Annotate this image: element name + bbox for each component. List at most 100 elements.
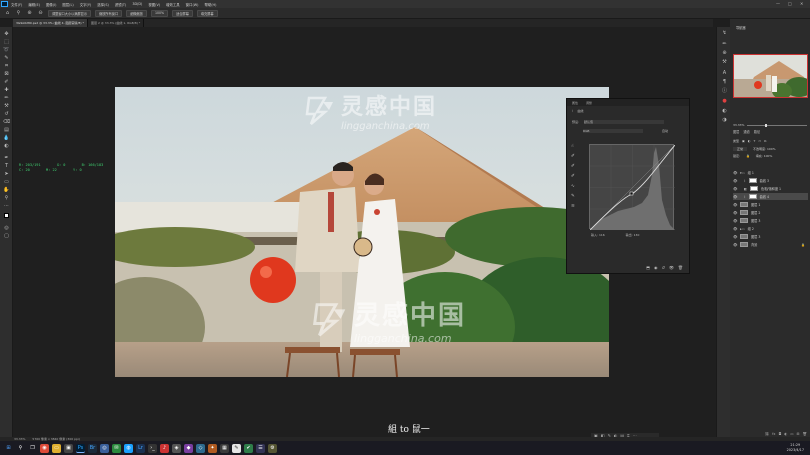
- path-select-tool-icon[interactable]: ➤: [3, 170, 10, 177]
- menu-image[interactable]: 图像(I): [46, 2, 56, 7]
- eye-icon[interactable]: 👁: [733, 227, 737, 231]
- music-icon[interactable]: ♪: [160, 443, 169, 453]
- targeted-adjust-icon[interactable]: ☝: [571, 144, 577, 150]
- zoom-all-checkbox[interactable]: 缩放所有窗口: [95, 9, 123, 17]
- maximize-button[interactable]: □: [788, 1, 792, 6]
- app-icon[interactable]: ✎: [232, 443, 241, 453]
- layer-row[interactable]: 👁 ⌇ 曲线 3: [733, 177, 808, 184]
- layer-row[interactable]: 👁 背景 🔒: [733, 241, 808, 248]
- sample-gray-icon[interactable]: ✐: [571, 164, 577, 170]
- menu-type[interactable]: 文字(Y): [80, 2, 92, 7]
- eye-icon[interactable]: 👁: [733, 179, 737, 183]
- menu-filter[interactable]: 滤镜(T): [115, 2, 127, 7]
- eye-icon[interactable]: 👁: [733, 187, 737, 191]
- tool-presets-icon[interactable]: ⚒: [721, 58, 728, 65]
- menu-plugins[interactable]: 增效工具: [166, 2, 180, 7]
- smooth-icon[interactable]: ≋: [571, 204, 577, 210]
- zoom-in-icon[interactable]: ⊕: [26, 10, 33, 17]
- pencil-draw-icon[interactable]: ✎: [571, 194, 577, 200]
- eye-icon[interactable]: 👁: [733, 171, 737, 175]
- sample-white-icon[interactable]: ✐: [571, 174, 577, 180]
- brush-settings-icon[interactable]: ✏: [721, 40, 728, 47]
- adobe-plugin-icon[interactable]: ●: [721, 97, 728, 104]
- menu-3d[interactable]: 3D(D): [132, 2, 142, 6]
- windows-icon[interactable]: ⊞: [4, 444, 13, 453]
- layer-row[interactable]: 👁 图层 2: [733, 209, 808, 216]
- reset-icon[interactable]: ↺: [661, 265, 664, 273]
- menu-help[interactable]: 帮助(H): [204, 2, 216, 7]
- history-icon[interactable]: ↯: [721, 29, 728, 36]
- clone-stamp-tool-icon[interactable]: ⚒: [3, 102, 10, 109]
- brush-tool-icon[interactable]: ✏: [3, 94, 10, 101]
- filter-smart-icon[interactable]: ⧉: [764, 139, 766, 143]
- move-tool-icon[interactable]: ✥: [3, 30, 10, 37]
- preset-select[interactable]: 默认值: [583, 120, 664, 124]
- blend-mode-select[interactable]: 正常: [733, 147, 748, 151]
- layer-row[interactable]: 👁 图层 3: [733, 217, 808, 224]
- quick-select-tool-icon[interactable]: ✎: [3, 54, 10, 61]
- fill-screen-button[interactable]: 填充屏幕: [196, 9, 218, 17]
- visibility-icon[interactable]: 👁: [669, 265, 674, 273]
- zoom-out-icon[interactable]: ⊖: [37, 10, 44, 17]
- eye-icon[interactable]: 👁: [733, 211, 737, 215]
- resize-windows-checkbox[interactable]: 调整窗口大小以满屏显示: [48, 9, 92, 17]
- doc-tab-active[interactable]: 3G9A0280.psd @ 33.3% (曲线 4, 图层蒙版/8) *: [13, 19, 89, 27]
- tab-layers[interactable]: 图层: [733, 129, 739, 136]
- layer-row[interactable]: 👁 ▸▭ 组 2: [733, 225, 808, 232]
- zoom-slider-handle[interactable]: [765, 123, 768, 127]
- app-icon[interactable]: ⚙: [268, 443, 277, 453]
- photoshop-icon[interactable]: Ps: [76, 443, 85, 453]
- crop-tool-icon[interactable]: ⌗: [3, 62, 10, 69]
- fill-field[interactable]: 填充: 100%: [756, 154, 773, 158]
- paragraph-icon[interactable]: ¶: [721, 78, 728, 85]
- app-icon[interactable]: ◆: [184, 443, 193, 453]
- task-view-icon[interactable]: ❐: [28, 444, 37, 453]
- quick-mask-icon[interactable]: ◎: [3, 224, 10, 231]
- zoom-tool-icon[interactable]: ⚲: [3, 194, 10, 201]
- qq-icon[interactable]: ◍: [124, 443, 133, 453]
- wechat-icon[interactable]: ✉: [112, 443, 121, 453]
- layer-row[interactable]: 👁 图层 1: [733, 201, 808, 208]
- channel-select[interactable]: RGB: [583, 129, 643, 133]
- wedding-photo-canvas[interactable]: [115, 87, 609, 377]
- browser-icon[interactable]: ◎: [100, 443, 109, 453]
- sample-black-icon[interactable]: ✐: [571, 154, 577, 160]
- delete-icon[interactable]: 🗑: [678, 265, 683, 273]
- home-icon[interactable]: ⌂: [4, 10, 11, 17]
- system-clock[interactable]: 21:29 2023/4/17: [787, 443, 804, 452]
- tab-properties[interactable]: 属性: [572, 101, 578, 105]
- filter-adjust-icon[interactable]: ◐: [748, 139, 751, 143]
- eyedropper-tool-icon[interactable]: ✐: [3, 78, 10, 85]
- filter-shape-icon[interactable]: ▭: [758, 139, 761, 143]
- eye-icon[interactable]: 👁: [733, 219, 737, 223]
- zoom-value-field[interactable]: 100%: [150, 9, 169, 17]
- filter-type-icon[interactable]: T: [753, 139, 755, 143]
- clip-to-layer-icon[interactable]: ⬒: [646, 265, 650, 273]
- minimize-button[interactable]: —: [776, 1, 780, 6]
- bridge-icon[interactable]: Br: [88, 443, 97, 453]
- eye-icon[interactable]: 👁: [733, 243, 737, 247]
- tab-paths[interactable]: 路径: [754, 129, 760, 136]
- layer-mask-thumbnail[interactable]: [748, 178, 757, 183]
- app-icon[interactable]: ☰: [256, 443, 265, 453]
- pen-tool-icon[interactable]: ✒: [3, 154, 10, 161]
- terminal-icon[interactable]: ›_: [148, 443, 157, 453]
- menu-window[interactable]: 窗口(W): [186, 2, 199, 7]
- app-icon[interactable]: ✔: [244, 443, 253, 453]
- marquee-tool-icon[interactable]: ⬚: [3, 38, 10, 45]
- filter-pixel-icon[interactable]: ▣: [742, 139, 745, 143]
- eye-icon[interactable]: 👁: [733, 203, 737, 207]
- type-tool-icon[interactable]: T: [3, 162, 10, 169]
- eraser-tool-icon[interactable]: ⌫: [3, 118, 10, 125]
- eye-icon[interactable]: 👁: [733, 235, 737, 239]
- menu-layer[interactable]: 图层(L): [62, 2, 73, 7]
- scrubby-zoom-checkbox[interactable]: 细微缩放: [126, 9, 147, 17]
- close-button[interactable]: ✕: [800, 1, 803, 6]
- shape-tool-icon[interactable]: ▭: [3, 178, 10, 185]
- curve-edit-icon[interactable]: ∿: [571, 184, 577, 190]
- lasso-tool-icon[interactable]: ➰: [3, 46, 10, 53]
- menu-view[interactable]: 视图(V): [148, 2, 160, 7]
- tab-channels[interactable]: 通道: [743, 129, 749, 136]
- kind-filter-select[interactable]: 类型: [733, 139, 739, 143]
- doc-tab[interactable]: 图层 2 @ 33.3% (曲线 1, RGB/8) *: [88, 19, 145, 27]
